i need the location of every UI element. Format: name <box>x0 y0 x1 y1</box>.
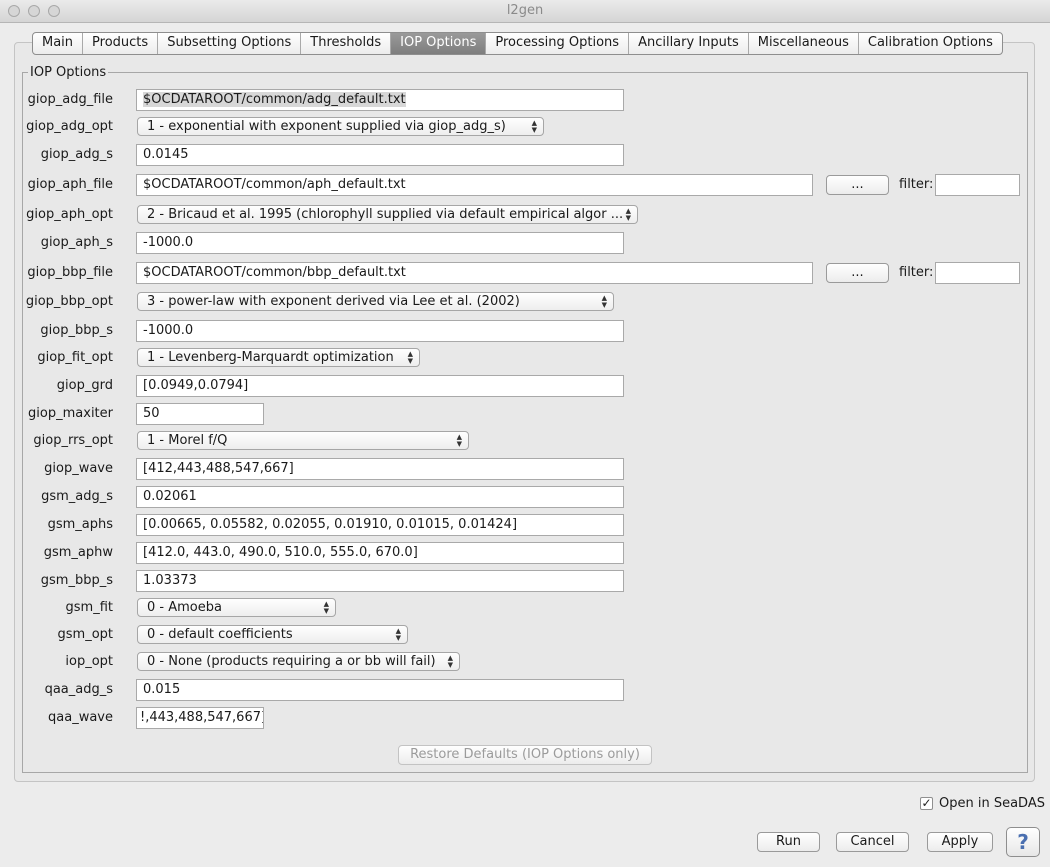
help-button[interactable]: ? <box>1006 827 1040 857</box>
gsm-aphs-label: gsm_aphs <box>47 517 113 532</box>
giop-bbp-file-label: giop_bbp_file <box>27 265 113 280</box>
giop-aph-s-field[interactable]: -1000.0 <box>136 232 624 254</box>
tab-products[interactable]: Products <box>83 33 159 54</box>
qaa-wave-field[interactable]: !,443,488,547,667] <box>136 707 264 729</box>
giop-adg-s-label: giop_adg_s <box>40 147 113 162</box>
tab-calibration-options[interactable]: Calibration Options <box>859 33 1002 54</box>
giop-fit-opt-label: giop_fit_opt <box>37 350 113 365</box>
giop-aph-opt-label: giop_aph_opt <box>26 207 113 222</box>
run-button[interactable]: Run <box>757 832 820 852</box>
giop-bbp-opt-value: 3 - power-law with exponent derived via … <box>147 294 520 309</box>
window-title: l2gen <box>506 3 544 18</box>
gsm-aphs-field[interactable]: [0.00665, 0.05582, 0.02055, 0.01910, 0.0… <box>136 514 624 536</box>
gsm-adg-s-field[interactable]: 0.02061 <box>136 486 624 508</box>
iop-opt-value: 0 - None (products requiring a or bb wil… <box>147 654 436 669</box>
open-in-seadas-label: Open in SeaDAS <box>939 796 1045 811</box>
select-arrows-icon: ▲ ▼ <box>531 119 537 134</box>
giop-maxiter-label: giop_maxiter <box>28 406 113 421</box>
gsm-fit-label: gsm_fit <box>65 600 113 615</box>
giop-aph-file-browse-button[interactable]: ... <box>826 175 889 195</box>
tab-miscellaneous[interactable]: Miscellaneous <box>749 33 859 54</box>
tab-iop-options[interactable]: IOP Options <box>391 33 487 54</box>
group-title: IOP Options <box>28 65 109 80</box>
qaa-adg-s-field[interactable]: 0.015 <box>136 679 624 701</box>
title-bar: l2gen <box>0 0 1050 23</box>
giop-aph-filter-field[interactable] <box>935 174 1020 196</box>
gsm-fit-value: 0 - Amoeba <box>147 600 222 615</box>
giop-adg-file-label: giop_adg_file <box>27 92 113 107</box>
gsm-bbp-s-label: gsm_bbp_s <box>40 573 113 588</box>
giop-bbp-file-field[interactable]: $OCDATAROOT/common/bbp_default.txt <box>136 262 813 284</box>
gsm-bbp-s-field[interactable]: 1.03373 <box>136 570 624 592</box>
tab-subsetting-options[interactable]: Subsetting Options <box>158 33 302 54</box>
tab-thresholds[interactable]: Thresholds <box>301 33 392 54</box>
giop-fit-opt-value: 1 - Levenberg-Marquardt optimization <box>147 350 394 365</box>
giop-bbp-filter-field[interactable] <box>935 262 1020 284</box>
giop-aph-file-label: giop_aph_file <box>27 177 113 192</box>
giop-rrs-opt-select[interactable]: 1 - Morel f/Q ▲ ▼ <box>137 431 469 450</box>
giop-adg-opt-value: 1 - exponential with exponent supplied v… <box>147 119 506 134</box>
gsm-opt-value: 0 - default coefficients <box>147 627 293 642</box>
giop-wave-label: giop_wave <box>44 461 113 476</box>
gsm-aphw-label: gsm_aphw <box>43 545 113 560</box>
select-arrows-icon: ▲ ▼ <box>625 207 631 222</box>
giop-grd-field[interactable]: [0.0949,0.0794] <box>136 375 624 397</box>
giop-grd-label: giop_grd <box>56 378 113 393</box>
giop-adg-file-field[interactable]: $OCDATAROOT/common/adg_default.txt <box>136 89 624 111</box>
gsm-aphw-field[interactable]: [412.0, 443.0, 490.0, 510.0, 555.0, 670.… <box>136 542 624 564</box>
giop-bbp-s-label: giop_bbp_s <box>40 323 113 338</box>
giop-bbp-opt-label: giop_bbp_opt <box>25 294 113 309</box>
tab-main[interactable]: Main <box>33 33 84 54</box>
gsm-opt-select[interactable]: 0 - default coefficients ▲ ▼ <box>137 625 408 644</box>
iop-opt-label: iop_opt <box>65 654 113 669</box>
giop-aph-opt-select[interactable]: 2 - Bricaud et al. 1995 (chlorophyll sup… <box>137 205 638 224</box>
giop-bbp-file-browse-button[interactable]: ... <box>826 263 889 283</box>
open-in-seadas-checkbox[interactable]: ✓ <box>920 797 933 810</box>
checkmark-icon: ✓ <box>921 796 932 810</box>
giop-maxiter-field[interactable]: 50 <box>136 403 264 425</box>
gsm-fit-select[interactable]: 0 - Amoeba ▲ ▼ <box>137 598 336 617</box>
giop-rrs-opt-value: 1 - Morel f/Q <box>147 433 228 448</box>
tab-ancillary-inputs[interactable]: Ancillary Inputs <box>629 33 749 54</box>
giop-bbp-s-field[interactable]: -1000.0 <box>136 320 624 342</box>
giop-adg-opt-select[interactable]: 1 - exponential with exponent supplied v… <box>137 117 544 136</box>
giop-adg-opt-label: giop_adg_opt <box>26 119 113 134</box>
apply-button[interactable]: Apply <box>927 832 993 852</box>
qaa-wave-label: qaa_wave <box>48 710 113 725</box>
giop-wave-field[interactable]: [412,443,488,547,667] <box>136 458 624 480</box>
giop-adg-s-field[interactable]: 0.0145 <box>136 144 624 166</box>
giop-rrs-opt-label: giop_rrs_opt <box>33 433 113 448</box>
giop-bbp-opt-select[interactable]: 3 - power-law with exponent derived via … <box>137 292 614 311</box>
tab-bar: Main Products Subsetting Options Thresho… <box>32 32 1003 55</box>
giop-adg-file-value: $OCDATAROOT/common/adg_default.txt <box>143 92 406 107</box>
select-arrows-icon: ▲ ▼ <box>447 654 453 669</box>
giop-aph-filter-label: filter: <box>899 177 934 192</box>
gsm-opt-label: gsm_opt <box>57 627 114 642</box>
tab-processing-options[interactable]: Processing Options <box>486 33 630 54</box>
giop-aph-opt-value: 2 - Bricaud et al. 1995 (chlorophyll sup… <box>147 207 624 222</box>
giop-aph-file-field[interactable]: $OCDATAROOT/common/aph_default.txt <box>136 174 813 196</box>
giop-bbp-filter-label: filter: <box>899 265 934 280</box>
qaa-adg-s-label: qaa_adg_s <box>44 682 113 697</box>
select-arrows-icon: ▲ ▼ <box>395 627 401 642</box>
giop-aph-s-label: giop_aph_s <box>40 235 113 250</box>
select-arrows-icon: ▲ ▼ <box>407 350 413 365</box>
select-arrows-icon: ▲ ▼ <box>456 433 462 448</box>
restore-defaults-button[interactable]: Restore Defaults (IOP Options only) <box>398 745 652 765</box>
gsm-adg-s-label: gsm_adg_s <box>41 489 113 504</box>
giop-fit-opt-select[interactable]: 1 - Levenberg-Marquardt optimization ▲ ▼ <box>137 348 420 367</box>
select-arrows-icon: ▲ ▼ <box>601 294 607 309</box>
iop-opt-select[interactable]: 0 - None (products requiring a or bb wil… <box>137 652 460 671</box>
cancel-button[interactable]: Cancel <box>836 832 909 852</box>
select-arrows-icon: ▲ ▼ <box>323 600 329 615</box>
